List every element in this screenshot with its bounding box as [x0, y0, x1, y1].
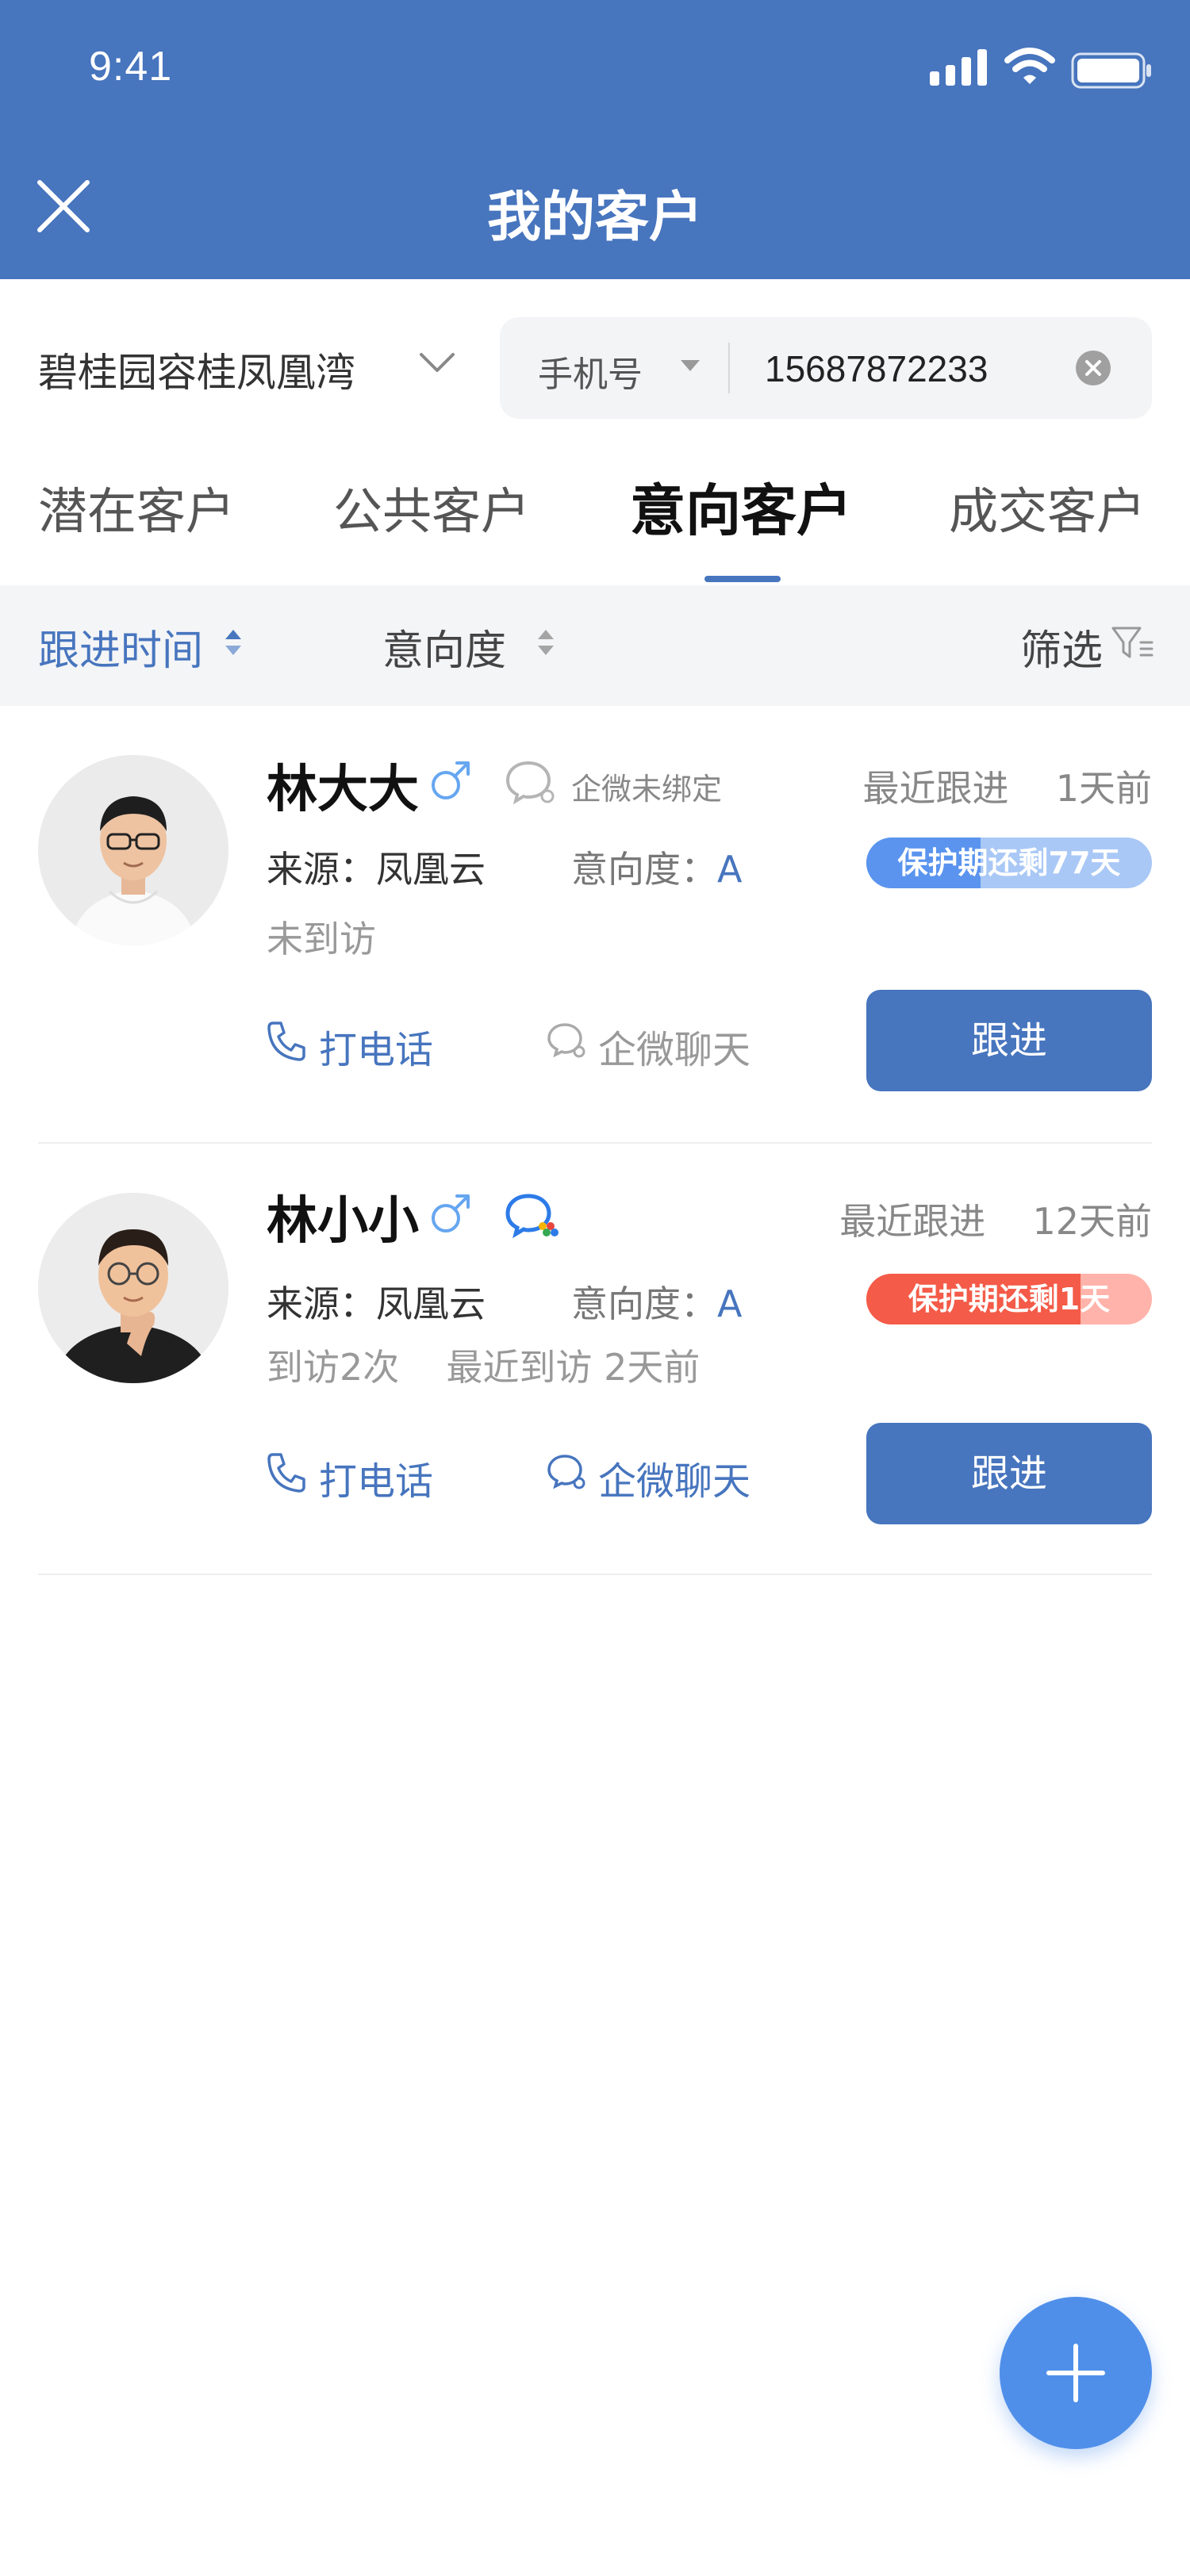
recent-followup-label: 最近跟进 — [839, 1200, 986, 1243]
protection-text: 保护期还剩1天 — [908, 1282, 1111, 1317]
protection-badge: 保护期还剩77天 — [866, 838, 1152, 888]
call-label: 打电话 — [319, 1028, 434, 1072]
sort-bar: 跟进时间 意向度 筛选 — [0, 585, 1190, 706]
filter-label: 筛选 — [1020, 627, 1104, 675]
search-input[interactable]: 15687872233 — [765, 347, 988, 390]
search-box: 手机号 15687872233 — [500, 317, 1152, 419]
card-divider — [38, 1574, 1152, 1575]
chevron-down-icon — [420, 353, 455, 372]
follow-up-button[interactable]: 跟进 — [866, 1423, 1152, 1524]
sort-arrows-icon — [538, 630, 554, 655]
caret-down-icon — [681, 360, 700, 371]
phone-icon — [267, 1453, 305, 1493]
clear-input-icon[interactable] — [1074, 349, 1112, 387]
visit-status: 到访2次 最近到访 2天前 — [267, 1339, 700, 1391]
avatar — [38, 1193, 228, 1383]
customer-intent: 意向度：A — [571, 841, 742, 893]
source-label: 来源： — [267, 1282, 376, 1325]
wechat-unbound-label: 企微未绑定 — [571, 772, 723, 807]
call-label: 打电话 — [319, 1459, 434, 1504]
customer-intent: 意向度：A — [571, 1275, 742, 1328]
status-time: 9:41 — [89, 44, 173, 90]
app-header: 9:41 我的客户 — [0, 0, 1190, 279]
filter-button[interactable]: 筛选 — [1020, 617, 1103, 677]
source-value: 凤凰云 — [376, 848, 486, 891]
chat-icon — [547, 1455, 585, 1489]
sort-by-follow-time[interactable]: 跟进时间 — [38, 617, 203, 677]
recent-followup: 最近跟进 12天前 — [839, 1193, 1152, 1245]
visit-count: 到访2次 — [267, 1346, 400, 1389]
chat-label: 企微聊天 — [598, 1459, 751, 1504]
phone-icon — [267, 1022, 305, 1061]
tab-intent-customers[interactable]: 意向客户 — [630, 466, 852, 546]
wifi-icon — [1004, 48, 1055, 84]
sort-time-label: 跟进时间 — [38, 627, 204, 675]
project-selector[interactable]: 碧桂园容桂凤凰湾 — [38, 317, 482, 420]
customer-source: 来源：凤凰云 — [267, 1275, 486, 1328]
male-icon — [432, 761, 470, 799]
search-type-select[interactable]: 手机号 — [538, 346, 643, 397]
card-divider — [38, 1142, 1152, 1144]
wechat-work-icon — [505, 1194, 559, 1239]
customer-source: 来源：凤凰云 — [267, 841, 486, 893]
search-divider — [728, 343, 730, 393]
intent-value: A — [717, 1282, 743, 1325]
source-label: 来源： — [267, 848, 376, 891]
recent-followup-value: 1天前 — [1055, 767, 1152, 810]
tab-public-customers[interactable]: 公共客户 — [333, 471, 530, 542]
wechat-work-icon — [505, 761, 555, 805]
sort-arrows-icon — [225, 630, 241, 655]
source-value: 凤凰云 — [376, 1282, 486, 1325]
recent-followup: 最近跟进 1天前 — [862, 760, 1152, 812]
battery-icon — [1071, 52, 1151, 89]
page-title: 我的客户 — [486, 186, 703, 249]
chat-label: 企微聊天 — [598, 1028, 751, 1072]
intent-value: A — [717, 848, 743, 891]
visit-recent: 最近到访 2天前 — [446, 1346, 701, 1389]
recent-followup-label: 最近跟进 — [862, 767, 1009, 810]
filter-icon — [1111, 627, 1154, 658]
customer-name: 林大大 — [267, 761, 419, 819]
active-tab-indicator — [704, 576, 781, 582]
male-icon — [432, 1194, 470, 1232]
cellular-signal-icon — [930, 49, 987, 86]
protection-badge: 保护期还剩1天 — [866, 1274, 1152, 1324]
visit-status: 未到访 — [267, 918, 376, 960]
sort-intent-label: 意向度 — [382, 627, 507, 675]
follow-up-button[interactable]: 跟进 — [866, 990, 1152, 1091]
add-customer-button[interactable] — [1000, 2297, 1152, 2449]
tab-closed-customers[interactable]: 成交客户 — [949, 471, 1146, 542]
recent-followup-value: 12天前 — [1032, 1200, 1152, 1243]
project-name: 碧桂园容桂凤凰湾 — [38, 350, 355, 396]
plus-icon — [1046, 2344, 1105, 2402]
tab-potential-customers[interactable]: 潜在客户 — [38, 471, 235, 542]
customer-name: 林小小 — [267, 1192, 419, 1251]
avatar — [38, 755, 228, 945]
sort-by-intent[interactable]: 意向度 — [382, 617, 506, 677]
intent-label: 意向度： — [571, 848, 717, 891]
protection-text: 保护期还剩77天 — [897, 845, 1121, 880]
intent-label: 意向度： — [571, 1282, 717, 1325]
chat-icon — [547, 1023, 585, 1058]
